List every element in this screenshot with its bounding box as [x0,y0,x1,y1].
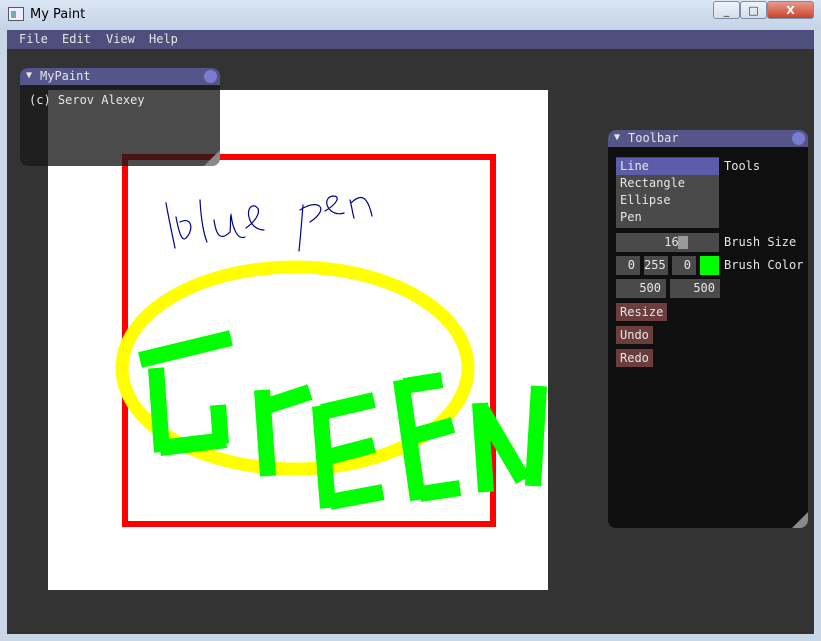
canvas-height-field[interactable]: 500 [670,279,720,298]
mypaint-panel[interactable]: ▼ MyPaint (c) Serov Alexey [20,68,220,166]
window-title: My Paint [30,7,86,22]
menu-file[interactable]: File [19,32,48,46]
close-button[interactable]: X [767,1,814,19]
toolbar-panel-titlebar[interactable]: ▼ Toolbar [608,130,808,147]
mypaint-panel-titlebar[interactable]: ▼ MyPaint [20,68,220,85]
tool-item-rectangle[interactable]: Rectangle [616,175,719,192]
brush-color-g-field[interactable]: 255 [644,256,668,275]
menu-edit[interactable]: Edit [62,32,91,46]
window-controls: _ □ X [713,1,814,19]
menu-help[interactable]: Help [149,32,178,46]
toolbar-panel[interactable]: ▼ Toolbar Line Rectangle Ellipse Pen Too… [608,130,808,528]
toolbar-panel-title: Toolbar [628,131,679,145]
window-titlebar[interactable]: My Paint _ □ X [0,0,821,30]
tool-item-pen[interactable]: Pen [616,209,719,226]
tools-label: Tools [724,159,761,173]
mypaint-panel-title: MyPaint [40,69,91,83]
menu-view[interactable]: View [106,32,135,46]
resize-button[interactable]: Resize [616,303,668,321]
brush-color-swatch[interactable] [700,256,719,275]
resize-grip-icon[interactable] [792,512,808,528]
client-area: File Edit View Help ▼ MyPaint (c) Serov … [7,30,814,634]
redo-button[interactable]: Redo [616,349,653,367]
canvas-width-field[interactable]: 500 [616,279,666,298]
pen-stroke-blue [165,195,373,252]
undo-button[interactable]: Undo [616,326,653,344]
brush-size-label: Brush Size [724,235,797,249]
tool-item-ellipse[interactable]: Ellipse [616,192,719,209]
minimize-icon: _ [723,3,730,17]
triangle-down-icon[interactable]: ▼ [614,132,620,143]
brush-color-r-field[interactable]: 0 [616,256,640,275]
triangle-down-icon[interactable]: ▼ [26,70,32,81]
collapse-dot-icon[interactable] [204,70,217,83]
resize-grip-icon[interactable] [204,150,220,166]
maximize-button[interactable]: □ [740,1,767,19]
collapse-dot-icon[interactable] [792,132,805,145]
maximize-icon: □ [748,3,759,17]
brush-size-slider[interactable]: 16 [616,233,719,252]
green-lettering [138,330,547,510]
brush-color-label: Brush Color [724,258,804,272]
brush-size-value: 16 [664,235,679,249]
menu-bar: File Edit View Help [7,30,814,49]
close-icon: X [786,3,795,17]
copyright-text: (c) Serov Alexey [29,93,145,107]
app-icon [8,7,24,21]
tools-listbox[interactable]: Line Rectangle Ellipse Pen [616,157,719,228]
brush-color-b-field[interactable]: 0 [672,256,696,275]
tool-item-line[interactable]: Line [616,158,719,175]
minimize-button[interactable]: _ [713,1,740,19]
